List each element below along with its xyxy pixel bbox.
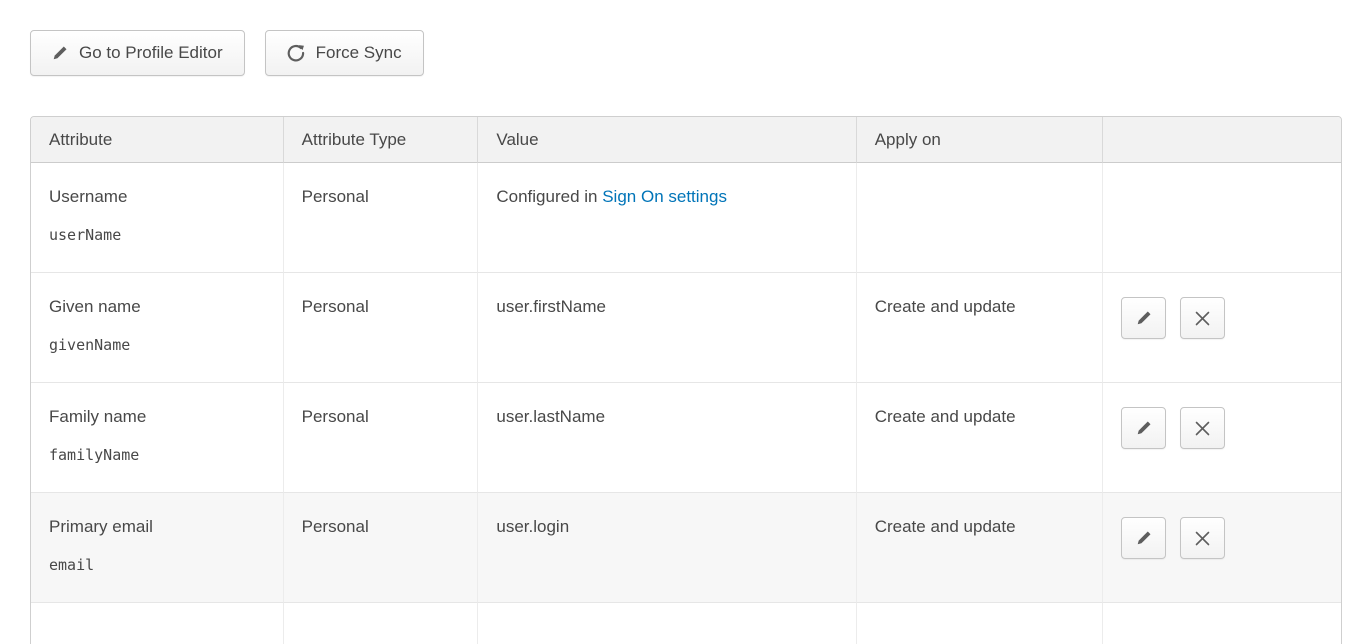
force-sync-label: Force Sync xyxy=(316,43,402,63)
header-value: Value xyxy=(478,117,856,163)
value-text: user.lastName xyxy=(496,407,605,426)
attribute-type: Personal xyxy=(302,297,369,316)
go-to-profile-editor-label: Go to Profile Editor xyxy=(79,43,223,63)
apply-on-text: Create and update xyxy=(875,407,1016,426)
attribute-label: Username xyxy=(49,187,265,207)
close-icon xyxy=(1195,531,1210,546)
header-apply-on: Apply on xyxy=(857,117,1104,163)
attribute-variable: userName xyxy=(49,226,265,244)
pencil-icon xyxy=(1136,310,1152,326)
header-attribute-type: Attribute Type xyxy=(284,117,479,163)
value-text: user.login xyxy=(496,517,569,536)
edit-mapping-button[interactable] xyxy=(1121,297,1166,339)
attribute-variable: givenName xyxy=(49,336,265,354)
toolbar: Go to Profile Editor Force Sync xyxy=(30,30,1342,76)
attribute-type: Personal xyxy=(302,517,369,536)
attribute-mapping-table-wrap: Attribute Attribute Type Value Apply on … xyxy=(30,116,1342,644)
sync-icon xyxy=(287,44,305,62)
pencil-icon xyxy=(1136,420,1152,436)
table-row: Given name givenName Personal user.first… xyxy=(31,273,1341,383)
attribute-label: Given name xyxy=(49,297,265,317)
attribute-mapping-table: Attribute Attribute Type Value Apply on … xyxy=(30,116,1342,644)
table-row: Primary email email Personal user.login … xyxy=(31,493,1341,603)
delete-mapping-button[interactable] xyxy=(1180,407,1225,449)
edit-mapping-button[interactable] xyxy=(1121,517,1166,559)
attribute-variable: email xyxy=(49,556,265,574)
table-header-row: Attribute Attribute Type Value Apply on xyxy=(31,117,1341,163)
header-actions xyxy=(1103,117,1341,163)
apply-on-text: Create and update xyxy=(875,517,1016,536)
delete-mapping-button[interactable] xyxy=(1180,517,1225,559)
edit-mapping-button[interactable] xyxy=(1121,407,1166,449)
attribute-type: Personal xyxy=(302,407,369,426)
go-to-profile-editor-button[interactable]: Go to Profile Editor xyxy=(30,30,245,76)
close-icon xyxy=(1195,421,1210,436)
close-icon xyxy=(1195,311,1210,326)
attribute-label: Family name xyxy=(49,407,265,427)
delete-mapping-button[interactable] xyxy=(1180,297,1225,339)
force-sync-button[interactable]: Force Sync xyxy=(265,30,424,76)
table-row: Username userName Personal Configured in… xyxy=(31,163,1341,273)
value-text: user.firstName xyxy=(496,297,606,316)
attribute-type: Personal xyxy=(302,187,369,206)
attribute-label: Primary email xyxy=(49,517,265,537)
value-text: Configured in xyxy=(496,187,602,206)
attribute-variable: familyName xyxy=(49,446,265,464)
pencil-icon xyxy=(52,45,68,61)
attribute-mappings-page: Go to Profile Editor Force Sync Attribut… xyxy=(0,0,1370,644)
table-row: Family name familyName Personal user.las… xyxy=(31,383,1341,493)
table-row-partial xyxy=(31,603,1341,644)
header-attribute: Attribute xyxy=(31,117,284,163)
pencil-icon xyxy=(1136,530,1152,546)
sign-on-settings-link[interactable]: Sign On settings xyxy=(602,187,727,206)
apply-on-text: Create and update xyxy=(875,297,1016,316)
